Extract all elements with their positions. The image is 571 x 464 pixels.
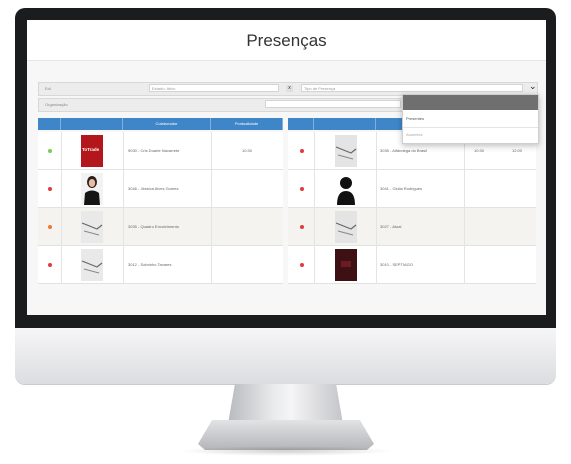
employee-photo — [81, 173, 103, 205]
clear-filter-button[interactable]: x — [286, 85, 293, 92]
dropdown-divider — [403, 127, 538, 128]
column-header-status — [38, 118, 61, 130]
chevron-down-icon[interactable]: ⌄ — [529, 81, 537, 92]
table-row[interactable]: 3010 - SEPTIAGO — [288, 246, 536, 284]
status-filter-input[interactable]: Estado: Ativo — [149, 84, 279, 92]
column-header-photo — [314, 118, 376, 130]
table-row[interactable]: 3035 - Quadro Envolvimento — [38, 208, 283, 246]
column-divider — [314, 132, 315, 284]
placeholder-photo — [335, 211, 357, 243]
column-header-employee: Colaborador — [123, 118, 211, 130]
placeholder-photo — [81, 211, 103, 243]
dropdown-header — [403, 95, 538, 110]
organization-label: Organização — [45, 102, 68, 107]
status-dot — [300, 225, 304, 229]
stand-shadow — [178, 446, 394, 456]
screen: Presenças Edi Estado: Ativo x Tipo de Pr… — [27, 20, 546, 315]
table-row[interactable]: 3041 - Giulia Rodrigues — [288, 170, 536, 208]
company-logo: ToTrade — [81, 135, 103, 167]
status-dot — [48, 149, 52, 153]
status-dot — [48, 263, 52, 267]
company-logo-text: ToTrade — [82, 147, 100, 152]
filter-label: Edi — [45, 86, 51, 91]
placeholder-photo — [81, 249, 103, 281]
column-header-photo — [61, 118, 123, 130]
status-dot — [300, 187, 304, 191]
table-row[interactable]: 3012 - Sobrinho Tavares — [38, 246, 283, 284]
employee-name: 3027 - Atual — [380, 224, 402, 229]
column-divider — [376, 132, 377, 284]
employee-name: 3041 - Giulia Rodrigues — [380, 186, 423, 191]
employee-name: 9030 - Cris Duarte Navarrete — [128, 148, 180, 153]
dropdown-option-present[interactable]: Presentes — [406, 116, 424, 121]
avatar-silhouette-icon — [335, 173, 357, 205]
column-header-status — [288, 118, 314, 130]
column-divider — [61, 132, 62, 284]
status-dot — [300, 263, 304, 267]
status-dot — [300, 149, 304, 153]
status-dot — [48, 187, 52, 191]
table-row[interactable]: 3027 - Atual — [288, 208, 536, 246]
arrival-time: 10:30 — [474, 148, 485, 153]
table-row[interactable]: ToTrade 9030 - Cris Duarte Navarrete 10:… — [38, 132, 283, 170]
title-bar: Presenças — [27, 20, 546, 61]
punctuality-time: 10:30 — [242, 148, 253, 153]
employee-name: 3035 - Alfândega do Brasil — [380, 148, 427, 153]
employee-name: 3012 - Sobrinho Tavares — [128, 262, 172, 267]
departure-time: 12:00 — [512, 148, 523, 153]
placeholder-photo — [335, 135, 357, 167]
employee-name: 3046 - Jéssica Alves Gomes — [128, 186, 179, 191]
page-title: Presenças — [246, 31, 327, 50]
column-header-punctuality: Pontualidade — [211, 118, 283, 130]
employee-name: 3010 - SEPTIAGO — [380, 262, 413, 267]
presence-type-select[interactable]: Tipo de Presença — [301, 84, 523, 92]
status-dot — [48, 225, 52, 229]
employee-name: 3035 - Quadro Envolvimento — [128, 224, 179, 229]
organization-input[interactable] — [265, 100, 401, 108]
column-divider — [464, 132, 465, 284]
monitor-stand-neck — [228, 384, 343, 424]
employee-photo — [335, 249, 357, 281]
column-divider — [211, 132, 212, 284]
column-divider — [123, 132, 124, 284]
monitor-chin — [15, 328, 556, 384]
presence-type-dropdown: Presentes Ausentes — [402, 94, 539, 144]
table-row[interactable]: 3046 - Jéssica Alves Gomes — [38, 170, 283, 208]
dropdown-option-absent[interactable]: Ausentes — [406, 132, 423, 137]
organization-filter-bar: Organização — [38, 98, 404, 112]
